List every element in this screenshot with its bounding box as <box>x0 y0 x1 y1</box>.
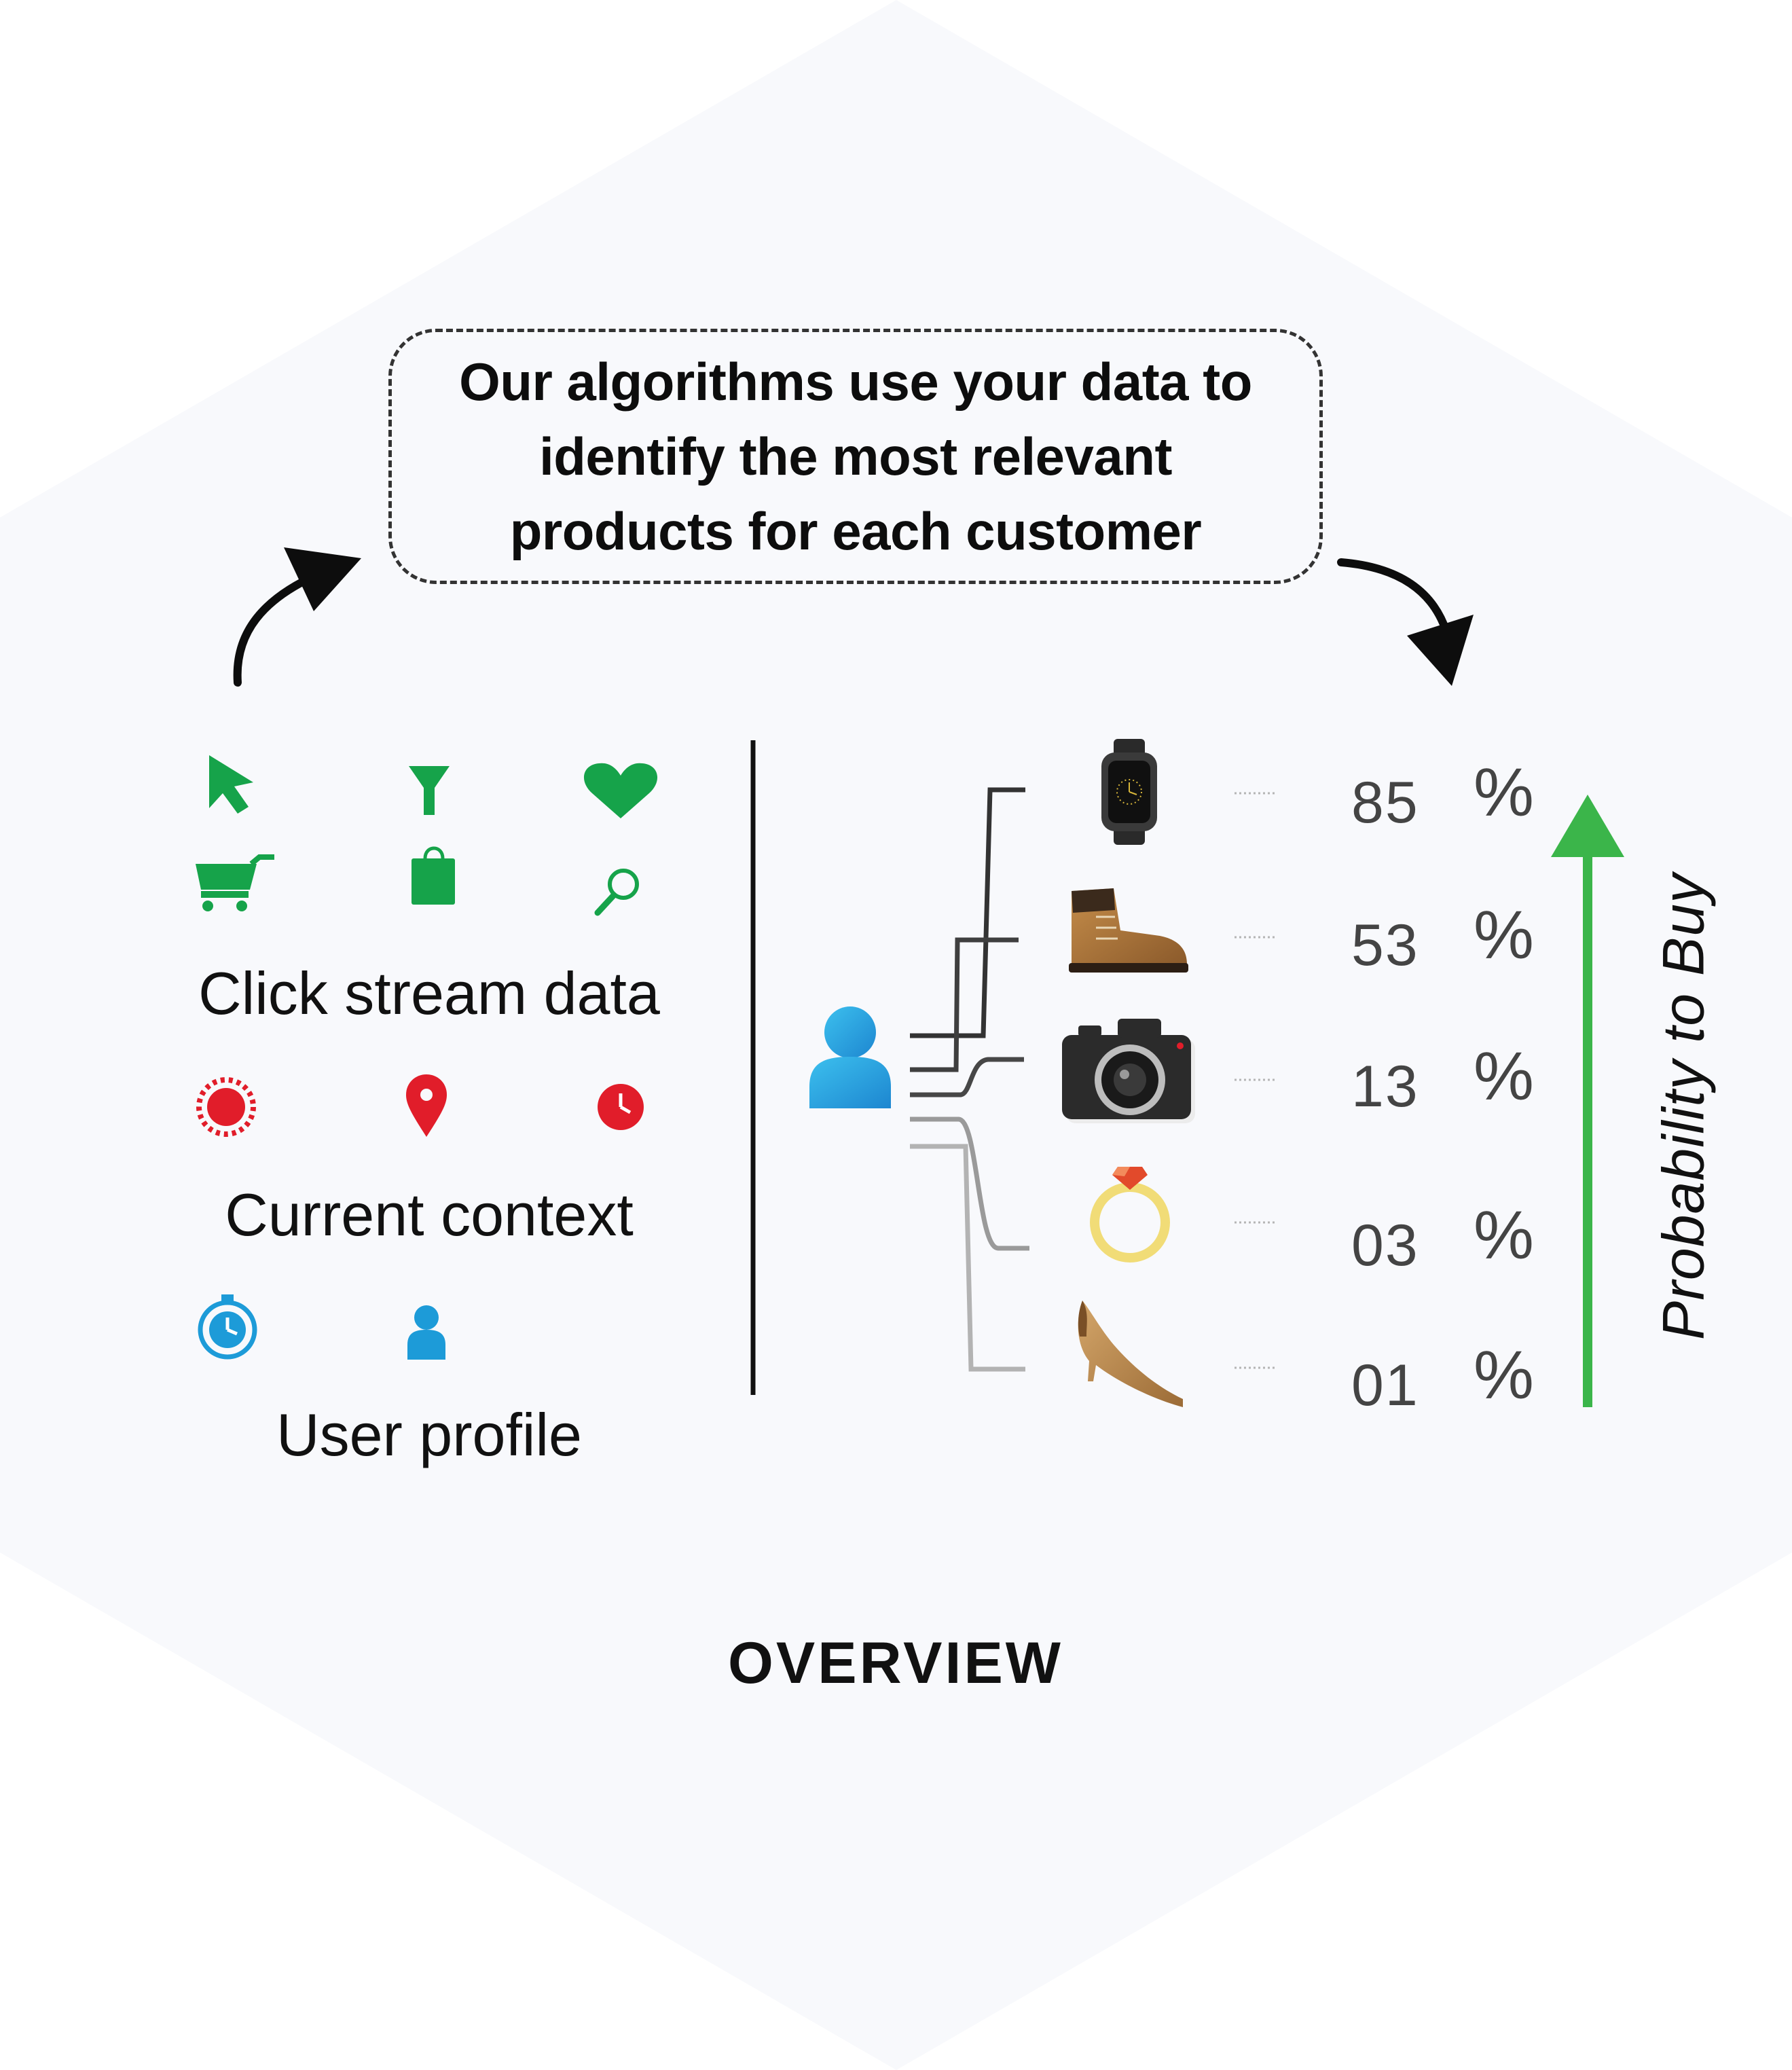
probability-heel: 01% <box>1351 1337 1548 1421</box>
group-label-current-context: Current context <box>225 1181 634 1248</box>
page-title: OVERVIEW <box>728 1631 1063 1696</box>
probability-value: 03 <box>1351 1213 1419 1278</box>
percent-sign: % <box>1474 1337 1535 1413</box>
probability-ring: 03% <box>1351 1197 1548 1282</box>
probability-watch: 85% <box>1351 755 1548 839</box>
probability-value: 85 <box>1351 770 1419 835</box>
diagram-canvas <box>0 0 1792 2070</box>
percent-sign: % <box>1474 1038 1535 1114</box>
group-label-click-stream: Click stream data <box>198 960 660 1027</box>
percent-sign: % <box>1474 755 1535 831</box>
callout-text: Our algorithms use your data to identify… <box>459 352 1252 561</box>
percent-sign: % <box>1474 1197 1535 1273</box>
group-label-user-profile: User profile <box>276 1401 582 1468</box>
percent-sign: % <box>1474 897 1535 973</box>
probability-value: 53 <box>1351 913 1419 978</box>
background-hexagon <box>0 0 1792 2070</box>
smartwatch-icon <box>1101 739 1157 845</box>
axis-label: Probability to Buy <box>1651 873 1717 1341</box>
probability-value: 01 <box>1351 1353 1419 1418</box>
algorithm-callout: Our algorithms use your data to identify… <box>388 329 1323 584</box>
probability-camera: 13% <box>1351 1038 1548 1123</box>
probability-boot: 53% <box>1351 897 1548 981</box>
probability-value: 13 <box>1351 1054 1419 1119</box>
clock-icon <box>598 1084 644 1130</box>
